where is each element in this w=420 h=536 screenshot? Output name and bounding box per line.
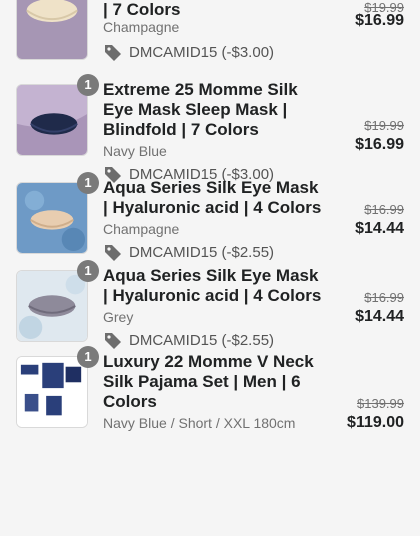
product-title: Extreme 25 Momme Silk Eye Mask Sleep Mas… bbox=[103, 80, 298, 139]
discounted-price: $16.99 bbox=[355, 136, 404, 153]
product-title: | 7 Colors bbox=[103, 0, 181, 19]
original-price: $19.99 bbox=[364, 118, 404, 133]
tag-icon bbox=[105, 333, 121, 349]
product-thumbnail bbox=[16, 270, 88, 342]
product-variant: Grey bbox=[103, 309, 134, 325]
quantity-badge: 1 bbox=[77, 260, 99, 282]
original-price: $139.99 bbox=[357, 396, 404, 411]
discount-code: DMCAMID15 (-$3.00) bbox=[103, 42, 274, 62]
product-title: Aqua Series Silk Eye Mask | Hyaluronic a… bbox=[103, 266, 322, 305]
discount-label: DMCAMID15 (-$2.55) bbox=[129, 243, 275, 261]
discounted-price: $14.44 bbox=[355, 220, 404, 237]
list-item: 1 Luxury 22 Momme V Neck Silk Pajama Set… bbox=[0, 346, 420, 536]
product-thumbnail bbox=[16, 182, 88, 254]
quantity-badge: 1 bbox=[77, 346, 99, 368]
discount-code: DMCAMID15 (-$2.55) bbox=[103, 242, 274, 262]
product-title: Aqua Series Silk Eye Mask | Hyaluronic a… bbox=[103, 178, 322, 217]
product-variant: Champagne bbox=[103, 19, 180, 35]
product-variant: Champagne bbox=[103, 221, 180, 237]
quantity-badge: 1 bbox=[77, 74, 99, 96]
original-price: $16.99 bbox=[364, 202, 404, 217]
quantity-badge: 1 bbox=[77, 172, 99, 194]
discounted-price: $16.99 bbox=[355, 12, 404, 29]
product-thumbnail bbox=[16, 356, 88, 428]
product-thumbnail bbox=[16, 84, 88, 156]
product-variant: Navy Blue / Short / XXL 180cm bbox=[103, 415, 296, 431]
product-thumbnail bbox=[16, 0, 88, 60]
product-variant: Navy Blue bbox=[103, 143, 167, 159]
product-title: Luxury 22 Momme V Neck Silk Pajama Set |… bbox=[103, 352, 314, 411]
original-price: $16.99 bbox=[364, 290, 404, 305]
discount-code: DMCAMID15 (-$2.55) bbox=[103, 330, 274, 350]
discounted-price: $14.44 bbox=[355, 308, 404, 325]
discount-label: DMCAMID15 (-$3.00) bbox=[129, 43, 275, 61]
tag-icon bbox=[105, 245, 121, 261]
tag-icon bbox=[105, 45, 121, 61]
discounted-price: $119.00 bbox=[347, 414, 404, 431]
discount-label: DMCAMID15 (-$2.55) bbox=[129, 331, 275, 349]
